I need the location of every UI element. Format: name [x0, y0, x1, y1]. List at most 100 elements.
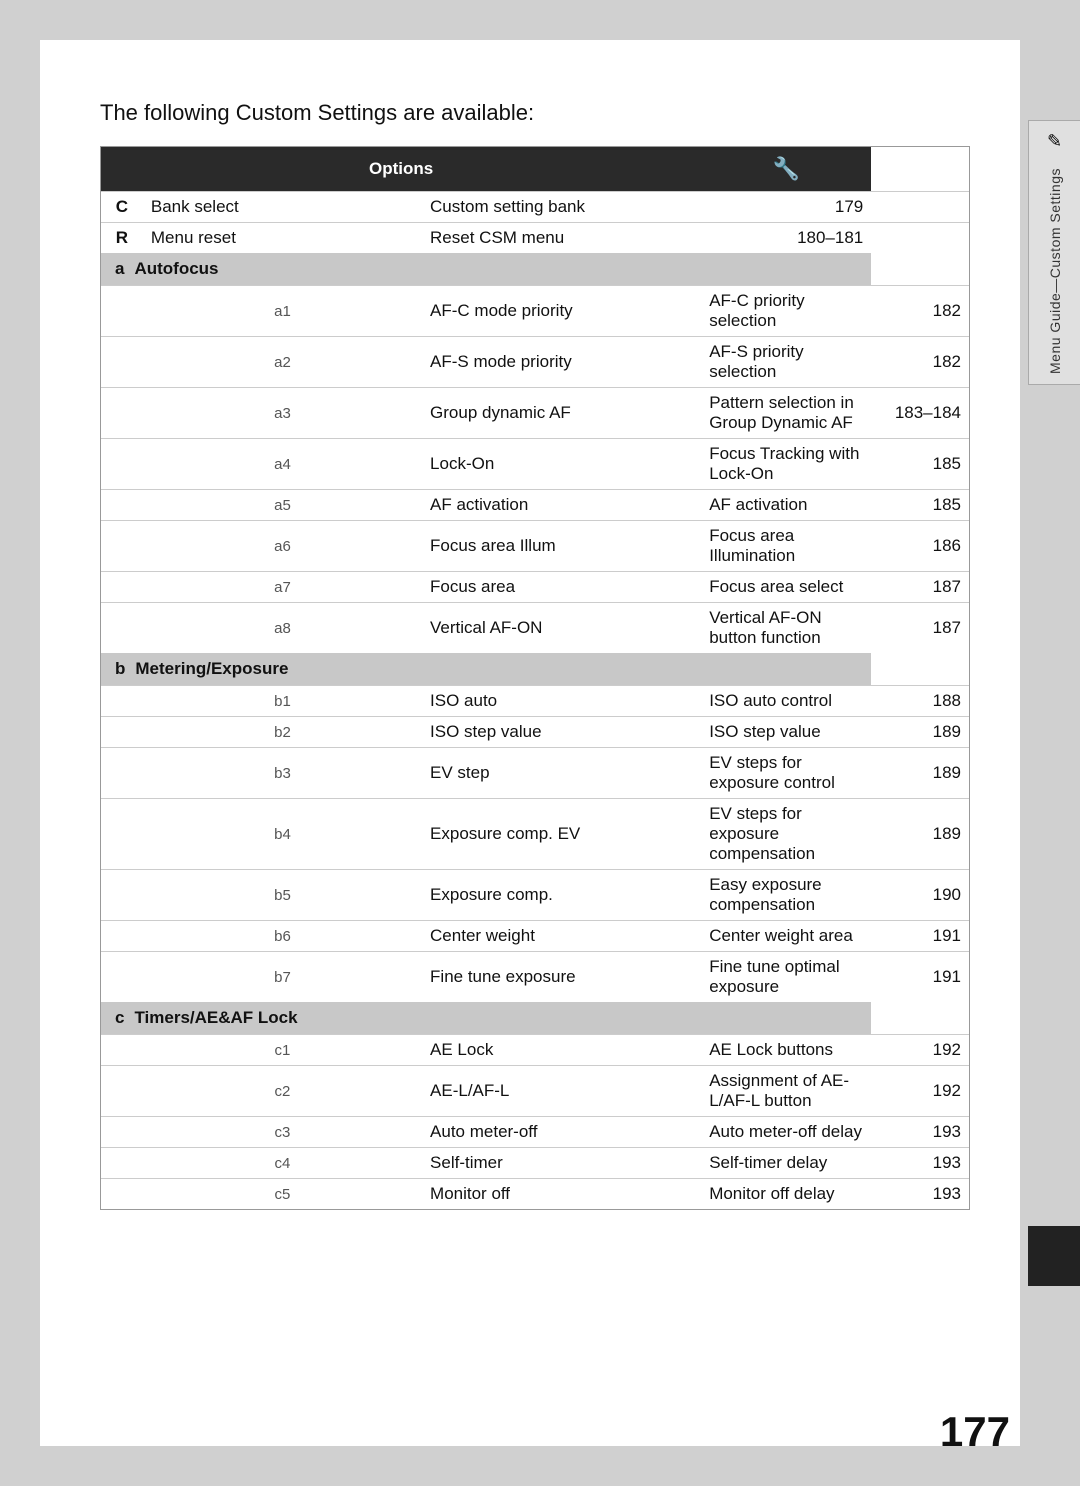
- row-desc: Self-timer delay: [701, 1148, 871, 1179]
- row-letter-empty: [101, 337, 143, 388]
- table-row: c4Self-timerSelf-timer delay193: [101, 1148, 969, 1179]
- row-desc: Focus area select: [701, 572, 871, 603]
- row-page: 189: [871, 748, 969, 799]
- row-sub: a3: [143, 388, 422, 439]
- row-desc: AF activation: [701, 490, 871, 521]
- row-name: ISO auto: [422, 686, 701, 717]
- row-desc: Auto meter-off delay: [701, 1117, 871, 1148]
- row-sub: b3: [143, 748, 422, 799]
- page-number: 177: [940, 1408, 1010, 1456]
- row-page: 185: [871, 439, 969, 490]
- row-desc: Vertical AF-ON button function: [701, 603, 871, 654]
- row-name: AE-L/AF-L: [422, 1066, 701, 1117]
- table-row: b2ISO step valueISO step value189: [101, 717, 969, 748]
- side-black-tab: [1028, 1226, 1080, 1286]
- row-desc: EV steps for exposure compensation: [701, 799, 871, 870]
- row-desc: Center weight area: [701, 921, 871, 952]
- row-name: Vertical AF-ON: [422, 603, 701, 654]
- row-letter-empty: [101, 870, 143, 921]
- table-row: c1AE LockAE Lock buttons192: [101, 1035, 969, 1066]
- table-row: a4Lock-OnFocus Tracking with Lock-On185: [101, 439, 969, 490]
- table-row: a7Focus areaFocus area select187: [101, 572, 969, 603]
- table-row: b4Exposure comp. EVEV steps for exposure…: [101, 799, 969, 870]
- table-row: c2AE-L/AF-LAssignment of AE-L/AF-L butto…: [101, 1066, 969, 1117]
- row-desc: Fine tune optimal exposure: [701, 952, 871, 1003]
- row-desc: AF-S priority selection: [701, 337, 871, 388]
- row-desc: Custom setting bank: [422, 192, 701, 223]
- row-letter-empty: [101, 952, 143, 1003]
- row-name: AF activation: [422, 490, 701, 521]
- row-name: Monitor off: [422, 1179, 701, 1210]
- table-row: b3EV stepEV steps for exposure control18…: [101, 748, 969, 799]
- side-tab-pencil-icon: ✎: [1047, 131, 1062, 152]
- table-row: c3Auto meter-offAuto meter-off delay193: [101, 1117, 969, 1148]
- table-row: a6Focus area IllumFocus area Illuminatio…: [101, 521, 969, 572]
- row-page: 193: [871, 1179, 969, 1210]
- row-desc: ISO step value: [701, 717, 871, 748]
- row-desc: Easy exposure compensation: [701, 870, 871, 921]
- table-row: a5AF activationAF activation185: [101, 490, 969, 521]
- row-page: 189: [871, 799, 969, 870]
- row-letter-empty: [101, 1179, 143, 1210]
- section-row: aAutofocus: [101, 253, 969, 286]
- row-letter-empty: [101, 748, 143, 799]
- row-name: Menu reset: [143, 223, 422, 254]
- side-tab-label: Menu Guide—Custom Settings: [1047, 168, 1063, 374]
- row-letter-empty: [101, 1035, 143, 1066]
- row-name: Bank select: [143, 192, 422, 223]
- row-letter-empty: [101, 439, 143, 490]
- row-page: 191: [871, 952, 969, 1003]
- row-desc: EV steps for exposure control: [701, 748, 871, 799]
- table-row: RMenu resetReset CSM menu180–181: [101, 223, 969, 254]
- row-name: Focus area Illum: [422, 521, 701, 572]
- settings-table-wrapper: Options 🔧 CBank selectCustom setting ban…: [100, 146, 970, 1210]
- row-page: 182: [871, 337, 969, 388]
- settings-table: Options 🔧 CBank selectCustom setting ban…: [101, 147, 969, 1209]
- table-row: c5Monitor offMonitor off delay193: [101, 1179, 969, 1210]
- row-letter-empty: [101, 1066, 143, 1117]
- row-page: 185: [871, 490, 969, 521]
- row-name: Focus area: [422, 572, 701, 603]
- row-sub: b7: [143, 952, 422, 1003]
- options-header: Options: [101, 147, 701, 192]
- side-tab: ✎ Menu Guide—Custom Settings: [1028, 120, 1080, 385]
- row-page: 189: [871, 717, 969, 748]
- row-sub: a1: [143, 286, 422, 337]
- table-row: b7Fine tune exposureFine tune optimal ex…: [101, 952, 969, 1003]
- row-name: Fine tune exposure: [422, 952, 701, 1003]
- row-name: AE Lock: [422, 1035, 701, 1066]
- row-letter-empty: [101, 717, 143, 748]
- table-row: CBank selectCustom setting bank179: [101, 192, 969, 223]
- row-letter-empty: [101, 1117, 143, 1148]
- row-letter-empty: [101, 388, 143, 439]
- section-cell: bMetering/Exposure: [101, 653, 871, 686]
- row-page: 193: [871, 1148, 969, 1179]
- table-row: b5Exposure comp.Easy exposure compensati…: [101, 870, 969, 921]
- row-name: AF-C mode priority: [422, 286, 701, 337]
- section-row: cTimers/AE&AF Lock: [101, 1002, 969, 1035]
- row-sub: b5: [143, 870, 422, 921]
- row-name: Exposure comp.: [422, 870, 701, 921]
- row-page: 193: [871, 1117, 969, 1148]
- row-sub: c2: [143, 1066, 422, 1117]
- row-sub: c4: [143, 1148, 422, 1179]
- row-page: 190: [871, 870, 969, 921]
- table-row: b6Center weightCenter weight area191: [101, 921, 969, 952]
- row-desc: AF-C priority selection: [701, 286, 871, 337]
- row-letter-empty: [101, 603, 143, 654]
- row-desc: Focus Tracking with Lock-On: [701, 439, 871, 490]
- table-header-row: Options 🔧: [101, 147, 969, 192]
- row-name: Group dynamic AF: [422, 388, 701, 439]
- row-desc: Pattern selection in Group Dynamic AF: [701, 388, 871, 439]
- row-name: AF-S mode priority: [422, 337, 701, 388]
- row-page: 186: [871, 521, 969, 572]
- row-name: Auto meter-off: [422, 1117, 701, 1148]
- row-letter-empty: [101, 490, 143, 521]
- row-sub: a6: [143, 521, 422, 572]
- intro-text: The following Custom Settings are availa…: [100, 100, 970, 126]
- table-row: b1ISO autoISO auto control188: [101, 686, 969, 717]
- row-desc: Assignment of AE-L/AF-L button: [701, 1066, 871, 1117]
- row-page: 182: [871, 286, 969, 337]
- row-sub: a8: [143, 603, 422, 654]
- row-name: ISO step value: [422, 717, 701, 748]
